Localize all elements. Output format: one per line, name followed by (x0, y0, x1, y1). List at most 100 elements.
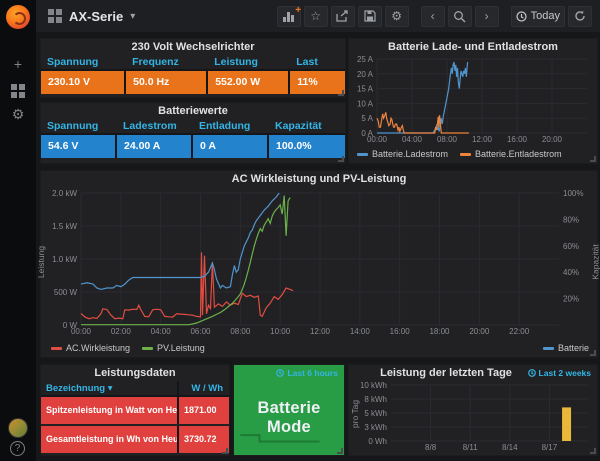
panel-resize-handle[interactable] (222, 448, 228, 454)
daily-chart-plot[interactable]: 8/88/118/148/170 Wh3 kWh5 kWh8 kWh10 kWh (361, 381, 595, 453)
cell-frequenz: 50.0 Hz (126, 71, 208, 94)
legend-label: Batterie (558, 343, 589, 353)
refresh-button[interactable] (568, 6, 592, 27)
panel-title[interactable]: AC Wirkleistung und PV-Leistung (41, 171, 597, 187)
series-color-swatch (51, 347, 62, 350)
legend-item[interactable]: Batterie.Ladestrom (357, 149, 448, 159)
settings-icon[interactable]: ⚙ (0, 102, 36, 126)
cell-wert: 1871.00 (179, 397, 229, 424)
save-button[interactable] (358, 6, 382, 27)
col-header[interactable]: Frequenz (126, 55, 208, 69)
time-range-button[interactable]: Today (511, 6, 565, 27)
navbar-actions: + ☆ ⚙ ‹ (277, 6, 592, 27)
legend-item[interactable]: PV.Leistung (142, 343, 205, 353)
panel-inverter: 230 Volt Wechselrichter Spannung Frequen… (40, 38, 346, 98)
svg-text:06:00: 06:00 (190, 327, 211, 336)
user-avatar[interactable] (8, 418, 28, 438)
cell-ladestrom: 24.00 A (117, 135, 193, 158)
svg-text:5 kWh: 5 kWh (364, 409, 387, 418)
battery-mode-sparkline (239, 429, 321, 445)
legend-item[interactable]: Batterie.Entladestrom (460, 149, 562, 159)
add-panel-button[interactable]: + (277, 6, 301, 27)
cell-spannung: 230.10 V (41, 71, 126, 94)
col-header[interactable]: Entladung (193, 119, 269, 133)
dashboard-title-dropdown[interactable]: AX-Serie ▾ (48, 9, 135, 24)
dashboards-icon[interactable] (0, 78, 36, 102)
panel-title[interactable]: Batteriewerte (41, 103, 345, 119)
table-row: Spitzenleistung in Watt von Heute 1871.0… (41, 397, 229, 424)
panel-resize-handle[interactable] (337, 448, 343, 454)
grid-icon (11, 84, 25, 98)
col-header[interactable]: Spannung (41, 55, 126, 69)
cell-entladung: 0 A (193, 135, 269, 158)
svg-text:12:00: 12:00 (310, 327, 331, 336)
chart-legend-right: Batterie (543, 343, 589, 353)
power-chart-plot[interactable]: 00:0002:0004:0006:0008:0010:0012:0014:00… (49, 187, 591, 339)
y-axis-label-right: Kapazität (590, 244, 600, 279)
col-header-sortable[interactable]: Bezeichnung ▾ (41, 381, 179, 395)
svg-text:2.0 kW: 2.0 kW (52, 189, 77, 198)
panel-title[interactable]: Batterie Lade- und Entladestrom (349, 39, 597, 55)
panel-power-chart: AC Wirkleistung und PV-Leistung 00:0002:… (40, 170, 598, 358)
svg-text:40%: 40% (563, 268, 579, 277)
svg-text:80%: 80% (563, 215, 579, 224)
clock-icon (516, 11, 527, 22)
col-header[interactable]: Last (290, 55, 345, 69)
panel-resize-handle[interactable] (338, 156, 344, 162)
svg-text:10 kWh: 10 kWh (361, 381, 387, 390)
legend-label: Batterie.Entladestrom (475, 149, 562, 159)
svg-text:8/11: 8/11 (463, 443, 479, 452)
col-header[interactable]: W / Wh (179, 381, 229, 395)
panel-resize-handle[interactable] (338, 90, 344, 96)
star-button[interactable]: ☆ (304, 6, 328, 27)
legend-label: Batterie.Ladestrom (372, 149, 448, 159)
table-header-row: Bezeichnung ▾ W / Wh (41, 381, 229, 397)
time-forward-button[interactable]: › (475, 6, 499, 27)
cell-last: 11% (290, 71, 345, 94)
chart-legend: Batterie.Ladestrom Batterie.Entladestrom (357, 149, 562, 159)
badge-label: Last 2 weeks (539, 368, 591, 378)
col-header[interactable]: Kapazität (269, 119, 345, 133)
col-header-label: Bezeichnung (46, 383, 105, 394)
add-icon[interactable]: + (0, 52, 36, 76)
svg-text:08:00: 08:00 (230, 327, 251, 336)
panel-battery-values: Batteriewerte Spannung Ladestrom Entladu… (40, 102, 346, 164)
cell-bezeichnung: Gesamtleistung in Wh von Heute (41, 426, 179, 453)
panel-title[interactable]: Leistungsdaten (41, 365, 229, 381)
legend-item[interactable]: AC.Wirkleistung (51, 343, 130, 353)
legend-item[interactable]: Batterie (543, 343, 589, 353)
panel-resize-handle[interactable] (590, 156, 596, 162)
table-row: 230.10 V 50.0 Hz 552.00 W 11% (41, 71, 345, 94)
col-header[interactable]: Leistung (208, 55, 290, 69)
series-color-swatch (460, 153, 471, 156)
svg-text:1.0 kW: 1.0 kW (52, 255, 77, 264)
share-button[interactable] (331, 6, 355, 27)
legend-label: PV.Leistung (157, 343, 205, 353)
svg-text:8/8: 8/8 (425, 443, 437, 452)
grafana-logo[interactable] (6, 5, 30, 29)
zoom-out-button[interactable] (448, 6, 472, 27)
table-row: 54.6 V 24.00 A 0 A 100.0% (41, 135, 345, 158)
panel-resize-handle[interactable] (590, 350, 596, 356)
table-header-row: Spannung Frequenz Leistung Last (41, 55, 345, 71)
panel-resize-handle[interactable] (590, 448, 596, 454)
dashboard-settings-button[interactable]: ⚙ (385, 6, 409, 27)
panel-title[interactable]: 230 Volt Wechselrichter (41, 39, 345, 55)
panel-power-table: Leistungsdaten Bezeichnung ▾ W / Wh Spit… (40, 364, 230, 456)
cell-spannung: 54.6 V (41, 135, 117, 158)
grafana-dashboard: + ⚙ ? AX-Serie ▾ + ☆ (0, 0, 600, 461)
charge-chart-plot[interactable]: 00:0004:0008:0012:0016:0020:000 A5 A10 A… (351, 55, 595, 145)
svg-text:10:00: 10:00 (270, 327, 291, 336)
col-header[interactable]: Spannung (41, 119, 117, 133)
svg-text:8 kWh: 8 kWh (364, 395, 387, 404)
table-row: Gesamtleistung in Wh von Heute 3730.72 (41, 426, 229, 453)
svg-text:8/14: 8/14 (502, 443, 518, 452)
svg-text:0 A: 0 A (361, 129, 373, 138)
col-header[interactable]: Ladestrom (117, 119, 193, 133)
help-icon[interactable]: ? (10, 441, 25, 456)
svg-text:02:00: 02:00 (111, 327, 132, 336)
magnifier-icon (453, 10, 466, 23)
clock-icon (528, 369, 536, 377)
refresh-icon (574, 10, 586, 22)
time-back-button[interactable]: ‹ (421, 6, 445, 27)
